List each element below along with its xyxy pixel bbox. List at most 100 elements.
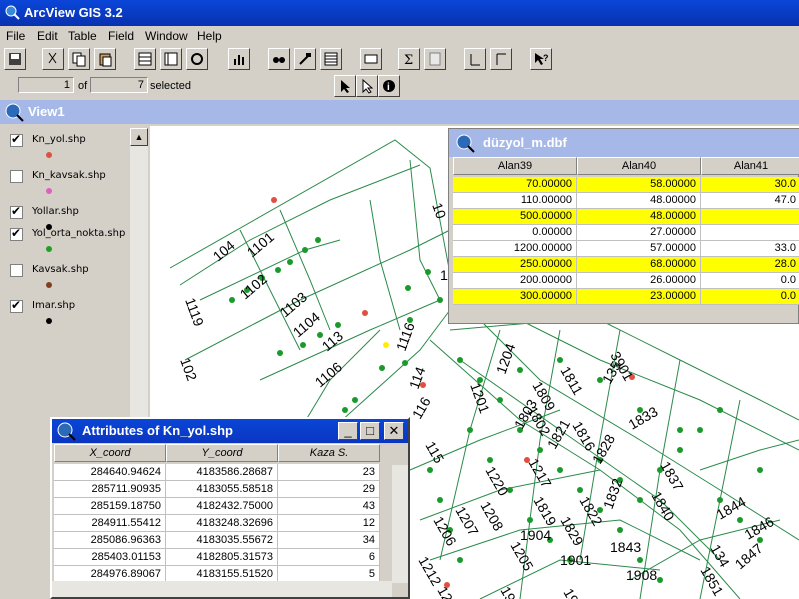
road-midpoint[interactable]	[457, 557, 463, 563]
table-cell[interactable]: 285086.96363	[54, 532, 166, 549]
table-cell[interactable]: 250.00000	[453, 257, 577, 273]
copy-button[interactable]	[68, 48, 90, 70]
table-cell[interactable]: 30.0	[701, 177, 799, 193]
road-midpoint[interactable]	[335, 322, 341, 328]
table-cell[interactable]: 26.00000	[577, 273, 701, 289]
legend-item[interactable]: Kn_yol.shp	[6, 132, 130, 164]
road-midpoint[interactable]	[517, 367, 523, 373]
table-cell[interactable]: 4183055.58518	[166, 481, 278, 498]
road-midpoint[interactable]	[342, 407, 348, 413]
table-cell[interactable]: 4182432.75000	[166, 498, 278, 515]
join-button[interactable]	[360, 48, 382, 70]
chart-button[interactable]	[228, 48, 250, 70]
road-midpoint[interactable]	[557, 467, 563, 473]
sort-descending-button[interactable]	[490, 48, 512, 70]
table-cell[interactable]: 12	[278, 515, 380, 532]
table-cell[interactable]: 0.0	[701, 289, 799, 305]
menu-file[interactable]: File	[6, 29, 25, 43]
road-midpoint[interactable]	[407, 317, 413, 323]
road-midpoint[interactable]	[437, 297, 443, 303]
road-midpoint[interactable]	[537, 447, 543, 453]
road-midpoint[interactable]	[697, 427, 703, 433]
road-midpoint[interactable]	[275, 267, 281, 273]
current-record-field[interactable]: 1	[18, 77, 74, 93]
road-midpoint[interactable]	[287, 259, 293, 265]
road-midpoint[interactable]	[757, 467, 763, 473]
road-midpoint[interactable]	[229, 297, 235, 303]
legend-item[interactable]: Kn_kavsak.shp	[6, 170, 130, 200]
table-cell[interactable]: 285159.18750	[54, 498, 166, 515]
table-cell[interactable]: 68.00000	[577, 257, 701, 273]
paste-button[interactable]	[94, 48, 116, 70]
road-midpoint[interactable]	[757, 537, 763, 543]
attributes-vertical-scrollbar[interactable]	[392, 465, 408, 583]
column-header[interactable]: Kaza S.	[278, 444, 380, 462]
road-midpoint[interactable]	[402, 360, 408, 366]
road-midpoint[interactable]	[637, 557, 643, 563]
legend-item[interactable]: Yol_orta_nokta.shp	[6, 226, 130, 258]
menu-window[interactable]: Window	[145, 29, 188, 43]
cut-button[interactable]	[42, 48, 64, 70]
scroll-up-arrow-icon[interactable]: ▲	[130, 128, 148, 146]
table-cell[interactable]: 58.00000	[577, 177, 701, 193]
maximize-button[interactable]: □	[360, 422, 380, 440]
table-cell[interactable]: 33.0	[701, 241, 799, 257]
table-cell[interactable]: 110.00000	[453, 193, 577, 209]
layer-visibility-checkbox[interactable]	[10, 132, 23, 147]
select-none-button[interactable]	[160, 48, 182, 70]
menu-table[interactable]: Table	[68, 29, 97, 43]
road-midpoint[interactable]	[577, 487, 583, 493]
table-cell[interactable]: 47.0	[701, 193, 799, 209]
road-midpoint[interactable]	[487, 457, 493, 463]
table-cell[interactable]: 284640.94624	[54, 464, 166, 481]
close-button[interactable]: ✕	[384, 422, 404, 440]
table-cell[interactable]: 0.0	[701, 273, 799, 289]
table-cell[interactable]: 4182805.31573	[166, 549, 278, 566]
save-button[interactable]	[4, 48, 26, 70]
switch-selection-button[interactable]	[186, 48, 208, 70]
road-midpoint[interactable]	[557, 357, 563, 363]
table-cell[interactable]: 200.00000	[453, 273, 577, 289]
table-cell[interactable]: 23	[278, 464, 380, 481]
road-midpoint[interactable]	[457, 357, 463, 363]
table-cell[interactable]: 284911.55412	[54, 515, 166, 532]
table-cell[interactable]: 4183586.28687	[166, 464, 278, 481]
layer-visibility-checkbox[interactable]	[10, 298, 23, 313]
table-cell[interactable]: 70.00000	[453, 177, 577, 193]
layer-visibility-checkbox[interactable]	[10, 204, 23, 219]
table-cell[interactable]	[701, 225, 799, 241]
road-midpoint[interactable]	[437, 497, 443, 503]
dbf-table-window[interactable]: düzyol_m.dbf Alan39 Alan40 Alan41 70.00000 5…	[448, 128, 799, 324]
road-midpoint[interactable]	[717, 497, 723, 503]
table-cell[interactable]: 500.00000	[453, 209, 577, 225]
table-cell[interactable]: 34	[278, 532, 380, 549]
table-cell[interactable]: 27.00000	[577, 225, 701, 241]
accident-point[interactable]	[362, 310, 368, 316]
road-midpoint[interactable]	[497, 397, 503, 403]
minimize-button[interactable]: _	[338, 422, 358, 440]
table-cell[interactable]: 23.00000	[577, 289, 701, 305]
select-all-button[interactable]	[134, 48, 156, 70]
road-midpoint[interactable]	[317, 332, 323, 338]
attributes-horizontal-scrollbar[interactable]	[52, 581, 392, 597]
menu-edit[interactable]: Edit	[37, 29, 58, 43]
table-cell[interactable]: 48.00000	[577, 209, 701, 225]
help-button[interactable]: ?	[530, 48, 552, 70]
table-cell[interactable]: 57.00000	[577, 241, 701, 257]
road-midpoint[interactable]	[527, 517, 533, 523]
menu-help[interactable]: Help	[197, 29, 222, 43]
sort-ascending-button[interactable]	[464, 48, 486, 70]
road-midpoint[interactable]	[617, 527, 623, 533]
table-cell[interactable]: 6	[278, 549, 380, 566]
table-cell[interactable]: 0.00000	[453, 225, 577, 241]
road-midpoint[interactable]	[427, 467, 433, 473]
table-cell[interactable]: 43	[278, 498, 380, 515]
road-midpoint[interactable]	[300, 342, 306, 348]
table-cell[interactable]	[701, 209, 799, 225]
legend-item[interactable]: Imar.shp	[6, 298, 130, 330]
summarize-button[interactable]	[320, 48, 342, 70]
table-cell[interactable]: 4183248.32696	[166, 515, 278, 532]
road-midpoint[interactable]	[405, 285, 411, 291]
road-midpoint[interactable]	[677, 427, 683, 433]
table-cell[interactable]: 285711.90935	[54, 481, 166, 498]
